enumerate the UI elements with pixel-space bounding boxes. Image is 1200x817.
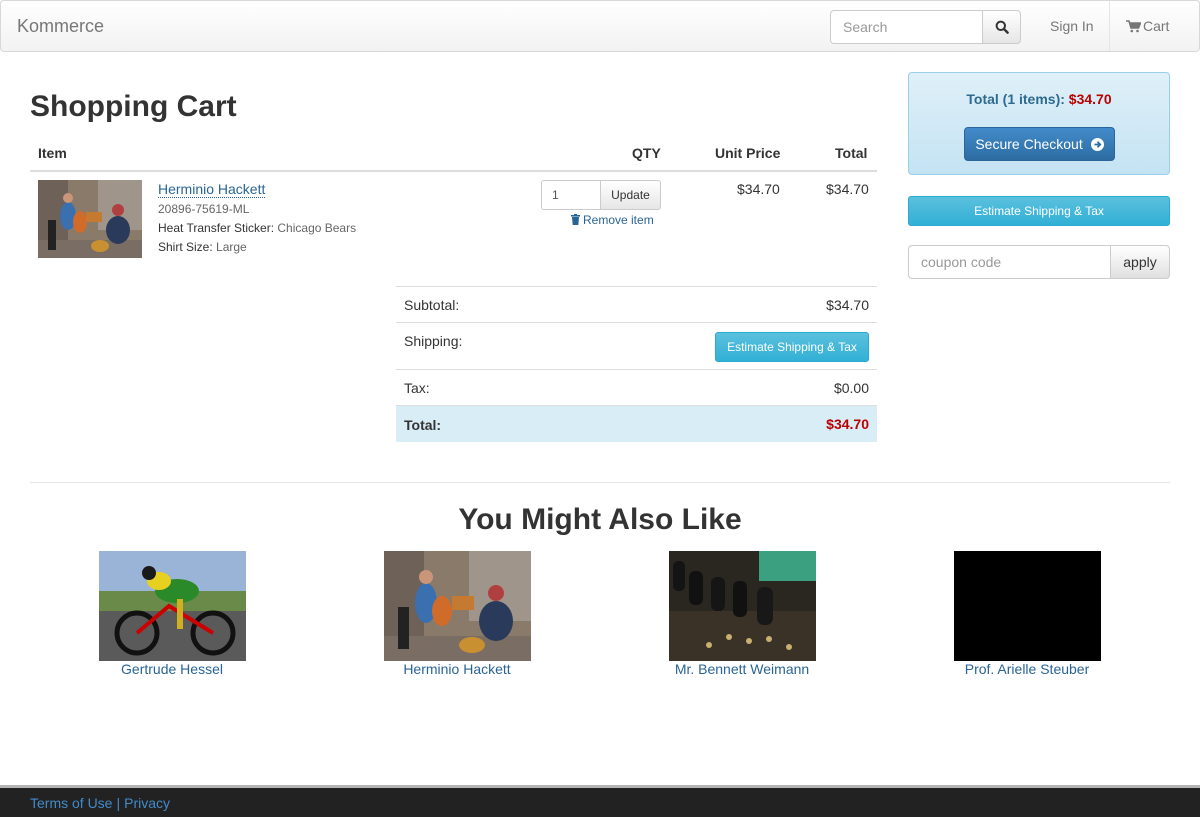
recommended-product[interactable] bbox=[99, 551, 246, 661]
total-row: Total: $34.70 bbox=[396, 405, 877, 442]
subtotal-row: Subtotal: $34.70 bbox=[396, 286, 877, 322]
tax-label: Tax: bbox=[404, 380, 430, 396]
column-header-unit-price: Unit Price bbox=[715, 145, 781, 161]
search-input[interactable] bbox=[830, 10, 982, 44]
cart-item-option: Shirt Size: Large bbox=[158, 240, 247, 254]
option-label: Heat Transfer Sticker: bbox=[158, 221, 275, 235]
recommendations-title: You Might Also Like bbox=[458, 503, 742, 536]
search-button[interactable] bbox=[982, 10, 1021, 44]
shipping-label: Shipping: bbox=[404, 333, 463, 349]
cart-item-thumbnail[interactable] bbox=[38, 180, 142, 258]
coupon-form: apply bbox=[908, 245, 1170, 279]
section-divider bbox=[30, 482, 1170, 483]
tax-value: $0.00 bbox=[833, 380, 869, 396]
cart-item-sku: 20896-75619-ML bbox=[158, 202, 250, 216]
terms-of-use-link[interactable]: Terms of Use bbox=[30, 795, 112, 811]
remove-item-link[interactable]: Remove item bbox=[571, 213, 654, 227]
subtotal-label: Subtotal: bbox=[404, 297, 460, 313]
column-header-item: Item bbox=[38, 145, 67, 161]
coupon-code-input[interactable] bbox=[908, 245, 1110, 279]
option-label: Shirt Size: bbox=[158, 240, 213, 254]
navbar: Kommerce Sign In Cart bbox=[0, 0, 1200, 52]
cart-link[interactable]: Cart bbox=[1109, 1, 1185, 51]
sign-in-link[interactable]: Sign In bbox=[1035, 1, 1109, 51]
remove-item-label: Remove item bbox=[583, 213, 654, 227]
recommended-product-name[interactable]: Gertrude Hessel bbox=[52, 661, 292, 677]
order-total-label: Total (1 items): bbox=[966, 91, 1065, 107]
page-title: Shopping Cart bbox=[30, 90, 237, 123]
total-label: Total: bbox=[404, 417, 442, 433]
sidebar-estimate-shipping-button[interactable]: Estimate Shipping & Tax bbox=[908, 196, 1170, 226]
checkout-panel: Total (1 items): $34.70 Secure Checkout bbox=[908, 72, 1170, 175]
total-value: $34.70 bbox=[826, 416, 869, 432]
shipping-row: Shipping: Estimate Shipping & Tax bbox=[396, 322, 877, 369]
option-value: Chicago Bears bbox=[277, 221, 357, 235]
column-header-qty: QTY bbox=[632, 145, 661, 161]
search-icon bbox=[995, 20, 1009, 34]
footer-separator: | bbox=[116, 795, 121, 811]
product-image[interactable] bbox=[384, 551, 531, 661]
line-total: $34.70 bbox=[826, 181, 869, 197]
option-value: Large bbox=[216, 240, 247, 254]
product-image[interactable] bbox=[669, 551, 816, 661]
trash-icon bbox=[571, 214, 580, 225]
unit-price: $34.70 bbox=[737, 181, 780, 197]
recommended-product-name[interactable]: Prof. Arielle Steuber bbox=[907, 661, 1147, 677]
cart-item-option: Heat Transfer Sticker: Chicago Bears bbox=[158, 221, 356, 235]
update-button[interactable]: Update bbox=[600, 180, 661, 210]
quantity-input[interactable] bbox=[541, 180, 600, 210]
product-image[interactable] bbox=[954, 551, 1101, 661]
recommended-product-name[interactable]: Herminio Hackett bbox=[337, 661, 577, 677]
footer-links: Terms of Use | Privacy bbox=[30, 795, 170, 811]
order-total-value: $34.70 bbox=[1068, 91, 1112, 107]
recommended-product[interactable] bbox=[669, 551, 816, 661]
apply-coupon-button[interactable]: apply bbox=[1110, 245, 1170, 279]
header-divider bbox=[30, 170, 877, 172]
secure-checkout-label: Secure Checkout bbox=[975, 136, 1083, 152]
arrow-right-circle-icon bbox=[1090, 138, 1104, 151]
recommended-product-name[interactable]: Mr. Bennett Weimann bbox=[622, 661, 862, 677]
secure-checkout-button[interactable]: Secure Checkout bbox=[964, 127, 1115, 161]
search-form bbox=[830, 10, 1021, 44]
cart-item-name-link[interactable]: Herminio Hackett bbox=[158, 181, 266, 198]
quantity-form: Update bbox=[541, 180, 661, 210]
recommended-product[interactable] bbox=[954, 551, 1101, 661]
order-total-line: Total (1 items): $34.70 bbox=[909, 91, 1169, 107]
estimate-shipping-button[interactable]: Estimate Shipping & Tax bbox=[715, 332, 869, 362]
recommended-product[interactable] bbox=[384, 551, 531, 661]
tax-row: Tax: $0.00 bbox=[396, 369, 877, 405]
privacy-link[interactable]: Privacy bbox=[124, 795, 170, 811]
product-image[interactable] bbox=[99, 551, 246, 661]
cart-link-label: Cart bbox=[1143, 18, 1170, 34]
column-header-total: Total bbox=[835, 145, 868, 161]
brand-link[interactable]: Kommerce bbox=[17, 16, 104, 37]
footer: Terms of Use | Privacy bbox=[0, 785, 1200, 817]
shopping-cart-icon bbox=[1126, 20, 1142, 33]
subtotal-value: $34.70 bbox=[826, 297, 869, 313]
